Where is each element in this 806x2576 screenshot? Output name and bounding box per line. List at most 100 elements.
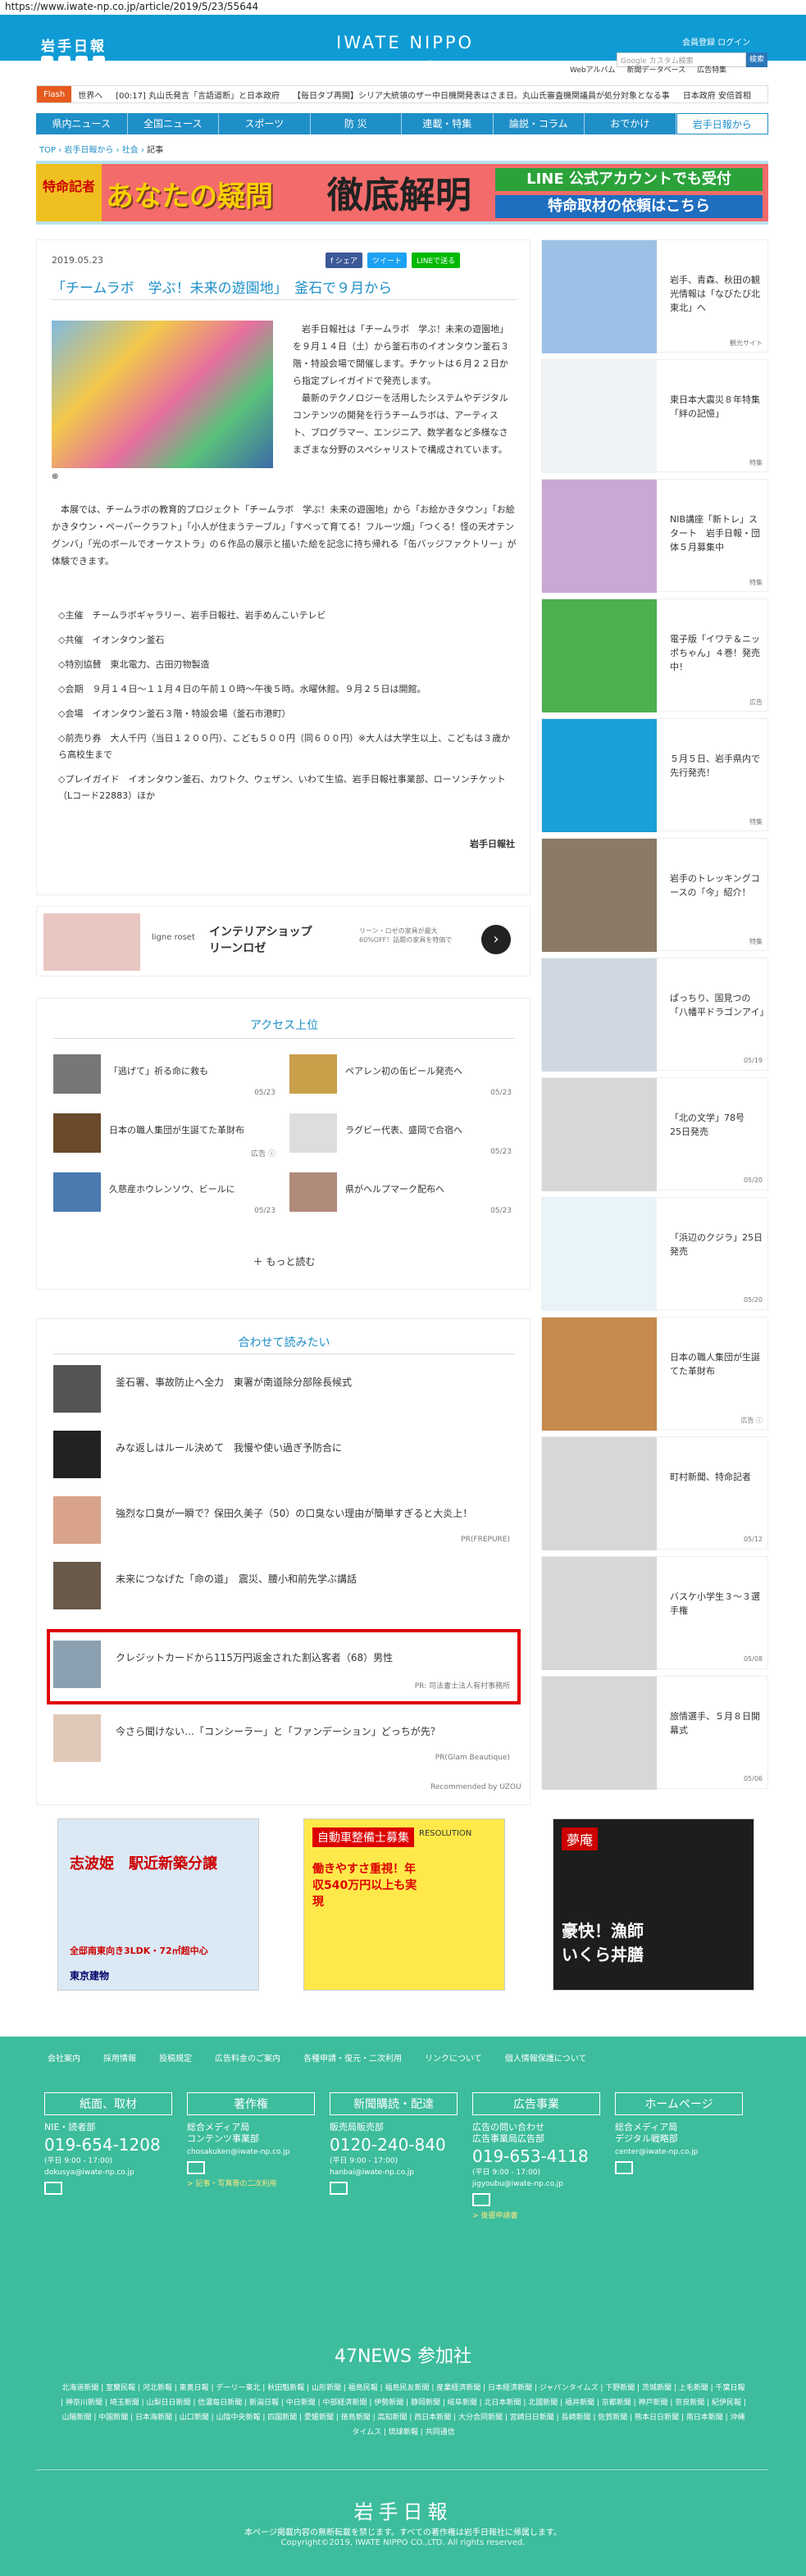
- ad-ligne-roset[interactable]: ligne roset インテリアショップ リーンロゼ リーン・ロゼの家具が最大…: [36, 906, 531, 976]
- flash-item[interactable]: 世界へ: [78, 89, 102, 101]
- list-item[interactable]: 釜石署、事故防止へ全力 東署が南道除分部除長候式: [53, 1359, 515, 1418]
- twitter-icon[interactable]: [41, 56, 53, 68]
- subnav-album[interactable]: Webアルバム: [570, 64, 616, 75]
- line-share-button[interactable]: LINEで送る: [412, 253, 461, 268]
- login-link[interactable]: 会員登録 ログイン: [682, 35, 750, 48]
- 47news-members[interactable]: 北海道新聞 | 室蘭民報 | 河北新報 | 東奥日報 | デーリー東北 | 秋田…: [61, 2381, 746, 2440]
- subnav-database[interactable]: 新聞データベース: [627, 64, 686, 75]
- sidebar-item[interactable]: NIB講座「新トレ」スタート 岩手日報・団体５月募集中 特集: [541, 479, 768, 593]
- nav-national[interactable]: 全国ニュース: [128, 113, 219, 134]
- article-photo[interactable]: [52, 321, 273, 468]
- ad-image: [43, 913, 140, 971]
- nav-editorial[interactable]: 論説・コラム: [494, 113, 585, 134]
- recommend-credit[interactable]: Recommended by UZOU: [430, 1783, 521, 1791]
- email-link[interactable]: hanbai@iwate-np.co.jp: [330, 2169, 458, 2177]
- email-link[interactable]: center@iwate-np.co.jp: [615, 2148, 743, 2156]
- nav-outing[interactable]: おでかけ: [585, 113, 676, 134]
- list-item[interactable]: 「逃げて」祈る命に救も 05/23: [53, 1054, 279, 1105]
- footer-link[interactable]: 採用情報: [103, 2051, 136, 2064]
- crumb-from[interactable]: 岩手日報から: [64, 146, 113, 155]
- mail-icon[interactable]: [472, 2193, 490, 2206]
- sidebar-item[interactable]: 電子版「イワテ＆ニッポちゃん」４巻！発売中！ 広告: [541, 598, 768, 712]
- secondary-use-link[interactable]: > 記事・写真等の二次利用: [187, 2178, 315, 2188]
- flash-item[interactable]: 【毎日タブ再開】シリア大統領のザー中日機関発表はさま日。丸山氏審査機関議員が処分…: [293, 89, 670, 101]
- list-item[interactable]: ペアレン初の缶ビール発売へ 05/23: [289, 1054, 515, 1105]
- tokumei-banner[interactable]: 特命記者 あなたの疑問 徹底解明 LINE 公式アカウントでも受付 特命取材の依…: [36, 161, 768, 225]
- list-item[interactable]: ラグビー代表、盛岡で合宿へ 05/23: [289, 1113, 515, 1164]
- ad-brand: RESOLUTION: [419, 1829, 472, 1838]
- list-item[interactable]: 今さら聞けない…「コンシーラー」と「ファンデーション」どっちが先？ PR(Glam…: [53, 1708, 515, 1767]
- nav-sports[interactable]: スポーツ: [219, 113, 311, 134]
- nav-disaster[interactable]: 防 災: [311, 113, 402, 134]
- sidebar-item[interactable]: 日本の職人集団が生誕てた革財布 広告 ⓘ: [541, 1317, 768, 1431]
- crumb-top[interactable]: TOP: [39, 146, 56, 155]
- footer-link[interactable]: リンクについて: [425, 2051, 482, 2064]
- global-nav: 県内ニュース 全国ニュース スポーツ 防 災 連載・特集 論説・コラム おでかけ…: [36, 113, 768, 134]
- sidebar-item[interactable]: 岩手のトレッキングコースの「今」紹介！ 特集: [541, 838, 768, 952]
- sidebar-item[interactable]: バスケ小学生３～３選手権 05/08: [541, 1556, 768, 1670]
- flash-item[interactable]: 日本政府 安倍首相: [683, 89, 751, 101]
- sidebar-item[interactable]: 「浜辺のクジラ」25日発売 05/20: [541, 1197, 768, 1311]
- sidebar-item[interactable]: 町村新聞、特命記者 05/12: [541, 1436, 768, 1550]
- search-button[interactable]: 検索: [746, 52, 767, 67]
- facebook-icon[interactable]: [58, 56, 71, 68]
- instagram-icon[interactable]: [93, 56, 105, 68]
- list-item[interactable]: 未来につなげた「命の道」 震災、腰小和前先学ぶ講話: [53, 1555, 515, 1614]
- support-link[interactable]: > 後援申請書: [472, 2210, 600, 2220]
- ad-realestate[interactable]: 志波姫 駅近新築分譲 全邸南東向き3LDK・72㎡超中心 東京建物: [57, 1818, 259, 1991]
- footer-link[interactable]: 会社案内: [48, 2051, 80, 2064]
- footer-link[interactable]: 広告料金のご案内: [215, 2051, 280, 2064]
- list-item[interactable]: 日本の職人集団が生誕てた革財布 広告 ⓘ: [53, 1113, 279, 1164]
- sidebar-item[interactable]: ５月５日、岩手県内で先行発売！ 特集: [541, 718, 768, 832]
- sidebar-item[interactable]: 「北の文学」78号 25日発売 05/20: [541, 1077, 768, 1191]
- sub-nav: Webアルバム 新聞データベース 広告特集: [570, 64, 726, 75]
- footer-logo[interactable]: 岩手日報: [0, 2496, 806, 2524]
- list-item[interactable]: 県がヘルプマーク配布へ 05/23: [289, 1172, 515, 1223]
- sidebar-thumb: [542, 1198, 657, 1311]
- footer-links: 会社案内 採用情報 投稿規定 広告料金のご案内 各種申請・復元・二次利用 リンク…: [48, 2051, 586, 2064]
- line-icon[interactable]: [75, 56, 88, 68]
- footer-link[interactable]: 投稿規定: [159, 2051, 192, 2064]
- banner-request-button[interactable]: 特命取材の依頼はこちら: [495, 195, 763, 218]
- ad-title: 夢庵: [562, 1827, 599, 1850]
- sidebar-item[interactable]: 東日本大震災８年特集「絆の記憶」 特集: [541, 359, 768, 473]
- sidebar-item[interactable]: ぱっちり、国見つの「八幡平ドラゴンアイ」 05/19: [541, 958, 768, 1072]
- share-buttons: f シェア ツイート LINEで送る: [326, 253, 461, 268]
- crumb-social[interactable]: 社会: [122, 146, 139, 155]
- footer-link[interactable]: 各種申請・復元・二次利用: [303, 2051, 402, 2064]
- mail-icon[interactable]: [44, 2182, 62, 2195]
- email-link[interactable]: dokusya@iwate-np.co.jp: [44, 2169, 172, 2177]
- phone-number: 019-654-1208: [44, 2135, 161, 2155]
- tweet-button[interactable]: ツイート: [367, 253, 408, 268]
- info-sponsor: ◇特別協賛 東北電力、古田刃物製造: [58, 659, 210, 670]
- ad-recruit[interactable]: 自動車整備士募集 働きやすさ重視！年収540万円以上も実現 RESOLUTION: [303, 1818, 505, 1991]
- list-item[interactable]: 久慈産ホウレンソウ、ビールに 05/23: [53, 1172, 279, 1223]
- chevron-right-icon[interactable]: ›: [481, 925, 511, 954]
- footer-link[interactable]: 個人情報保護について: [505, 2051, 587, 2064]
- list-item[interactable]: 強烈な口臭が一瞬で？保田久美子（50）の口臭ない理由が簡単すぎると大炎上！ PR(…: [53, 1490, 515, 1549]
- sidebar-item[interactable]: 岩手、青森、秋田の観光情報は「なびたび北東北」へ 観光サイト: [541, 239, 768, 353]
- facebook-share-button[interactable]: f シェア: [326, 253, 363, 268]
- nav-local[interactable]: 県内ニュース: [36, 113, 128, 134]
- nav-series[interactable]: 連載・特集: [402, 113, 494, 134]
- article-lead: 岩手日報社は「チームラボ 学ぶ！未来の遊園地」を９月１４日（土）から釜石市のイオ…: [293, 324, 509, 455]
- sidebar-item[interactable]: 旅情選手、５月８日開幕式 05/06: [541, 1676, 768, 1790]
- nav-from-iwate[interactable]: 岩手日報から: [676, 113, 768, 134]
- ad-note: リーン・ロゼの家具が最大60%OFF！話題の家具を特価で: [359, 927, 453, 944]
- more-button[interactable]: ＋ もっと読む: [37, 1254, 531, 1268]
- mail-icon[interactable]: [187, 2161, 205, 2174]
- site-logo[interactable]: 岩手日報: [41, 34, 107, 55]
- browser-url[interactable]: https://www.iwate-np.co.jp/article/2019/…: [0, 0, 806, 15]
- email-link[interactable]: jigyoubu@iwate-np.co.jp: [472, 2180, 600, 2188]
- event-info: ◇主催 チームラボギャラリー、岩手日報社、岩手めんこいテレビ ◇共催 イオンタウ…: [58, 608, 517, 812]
- ad-restaurant[interactable]: 夢庵 豪快！漁師いくら丼膳: [553, 1818, 754, 1991]
- flash-item[interactable]: [00:17] 丸山氏発言「言語道断」と日本政府: [116, 89, 280, 101]
- email-link[interactable]: chosakuken@iwate-np.co.jp: [187, 2148, 315, 2156]
- subnav-ad[interactable]: 広告特集: [697, 64, 726, 75]
- mail-icon[interactable]: [330, 2182, 348, 2195]
- list-item[interactable]: みな返しはルール決めて 我慢や使い過ぎ予防合に: [53, 1424, 515, 1483]
- banner-line-button[interactable]: LINE 公式アカウントでも受付: [495, 168, 763, 191]
- mail-icon[interactable]: [615, 2161, 633, 2174]
- recommend-box: 合わせて読みたい 釜石署、事故防止へ全力 東署が南道除分部除長候式 みな返しはル…: [36, 1318, 531, 1805]
- zoom-icon[interactable]: ⊕: [52, 472, 58, 481]
